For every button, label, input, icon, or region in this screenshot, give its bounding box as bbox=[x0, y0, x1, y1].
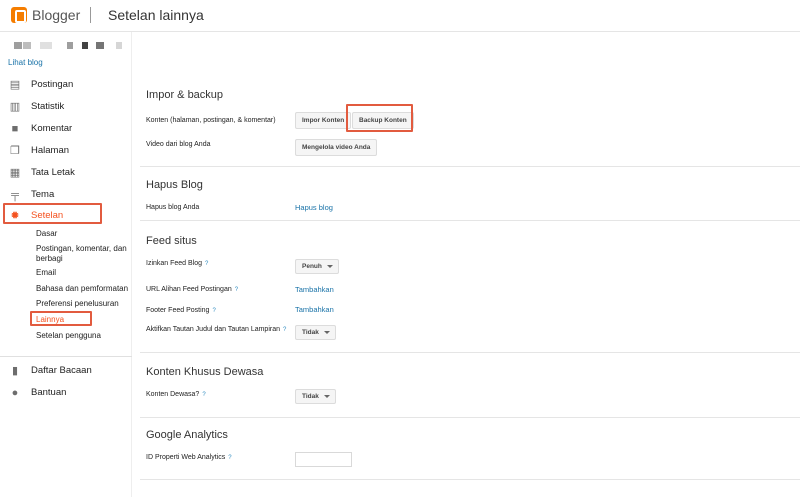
help-icon[interactable]: ? bbox=[283, 327, 286, 333]
section-divider bbox=[140, 479, 800, 480]
sidebar-item-layout[interactable]: ▦ Tata Letak bbox=[0, 163, 132, 183]
help-icon[interactable]: ? bbox=[228, 455, 231, 461]
theme-icon: ╤ bbox=[11, 189, 19, 201]
section-divider bbox=[140, 417, 800, 418]
manage-videos-button[interactable]: Mengelola video Anda bbox=[295, 139, 378, 156]
sub-item-posts-comments[interactable]: Postingan, komentar, dan berbagi bbox=[36, 244, 128, 264]
chevron-down-icon bbox=[326, 265, 333, 268]
sidebar-item-label: Halaman bbox=[31, 145, 70, 156]
sidebar-item-label: Daftar Bacaan bbox=[31, 365, 92, 376]
import-content-button[interactable]: Impor Konten bbox=[295, 112, 352, 129]
enclosure-select[interactable]: Tidak bbox=[295, 325, 336, 340]
section-title-analytics: Google Analytics bbox=[146, 429, 228, 441]
other-highlight bbox=[30, 311, 92, 326]
section-divider bbox=[140, 220, 800, 221]
sidebar-item-reading-list[interactable]: ▮ Daftar Bacaan bbox=[0, 361, 132, 381]
footer-feed-label: Footer Feed Posting? bbox=[146, 307, 216, 314]
view-blog-link[interactable]: Lihat blog bbox=[8, 58, 43, 67]
section-divider bbox=[140, 352, 800, 353]
allow-feed-label: Izinkan Feed Blog? bbox=[146, 260, 209, 267]
sidebar-item-label: Bantuan bbox=[31, 387, 67, 398]
sidebar-divider bbox=[0, 356, 132, 357]
sidebar-item-comments[interactable]: ■ Komentar bbox=[0, 119, 132, 139]
section-title-import-backup: Impor & backup bbox=[146, 89, 224, 101]
section-title-feed: Feed situs bbox=[146, 235, 197, 247]
help-icon[interactable]: ? bbox=[205, 261, 208, 267]
section-title-delete-blog: Hapus Blog bbox=[146, 179, 203, 191]
sidebar: Lihat blog ▤ Postingan ▥ Statistik ■ Kom… bbox=[0, 32, 132, 497]
blogger-logo-icon[interactable] bbox=[11, 7, 27, 23]
enclosure-label: Aktifkan Tautan Judul dan Tautan Lampira… bbox=[146, 326, 287, 333]
delete-blog-link[interactable]: Hapus blog bbox=[295, 203, 333, 212]
sub-item-language[interactable]: Bahasa dan pemformatan bbox=[36, 284, 128, 294]
chevron-down-icon bbox=[323, 395, 330, 398]
sidebar-item-label: Tema bbox=[31, 189, 55, 200]
content-label: Konten (halaman, postingan, & komentar) bbox=[146, 117, 276, 124]
backup-highlight bbox=[346, 104, 413, 132]
add-footer-link[interactable]: Tambahkan bbox=[295, 305, 334, 314]
brand-name[interactable]: Blogger bbox=[32, 7, 80, 23]
sidebar-item-label: Statistik bbox=[31, 101, 65, 112]
sidebar-item-posts[interactable]: ▤ Postingan bbox=[0, 75, 132, 95]
settings-highlight bbox=[3, 203, 102, 224]
sidebar-item-help[interactable]: ● Bantuan bbox=[0, 383, 132, 403]
analytics-label: ID Properti Web Analytics? bbox=[146, 454, 232, 461]
delete-blog-label: Hapus blog Anda bbox=[146, 204, 200, 211]
sidebar-item-stats[interactable]: ▥ Statistik bbox=[0, 97, 132, 117]
redirect-feed-label: URL Alihan Feed Postingan? bbox=[146, 286, 239, 293]
sub-item-basic[interactable]: Dasar bbox=[36, 229, 57, 239]
allow-feed-select[interactable]: Penuh bbox=[295, 259, 339, 274]
sidebar-item-label: Postingan bbox=[31, 79, 74, 90]
top-bar: Blogger Setelan lainnya bbox=[0, 0, 800, 32]
help-icon[interactable]: ? bbox=[235, 287, 238, 293]
posts-icon: ▤ bbox=[9, 79, 21, 91]
help-icon[interactable]: ? bbox=[212, 308, 215, 314]
main-content: Impor & backup Konten (halaman, postinga… bbox=[132, 32, 800, 497]
video-label: Video dari blog Anda bbox=[146, 141, 211, 148]
sub-item-search-prefs[interactable]: Preferensi penelusuran bbox=[36, 299, 119, 309]
sub-item-email[interactable]: Email bbox=[36, 268, 56, 278]
analytics-id-input[interactable] bbox=[295, 452, 352, 467]
section-title-adult: Konten Khusus Dewasa bbox=[146, 366, 264, 378]
header-divider bbox=[90, 7, 91, 23]
help-icon[interactable]: ? bbox=[202, 392, 205, 398]
comment-icon: ■ bbox=[11, 123, 19, 135]
chevron-down-icon bbox=[323, 331, 330, 334]
sidebar-item-label: Tata Letak bbox=[31, 167, 75, 178]
pages-icon: ❐ bbox=[10, 145, 20, 157]
sidebar-item-label: Komentar bbox=[31, 123, 73, 134]
add-redirect-link[interactable]: Tambahkan bbox=[295, 285, 334, 294]
page-title: Setelan lainnya bbox=[108, 7, 204, 23]
layout-icon: ▦ bbox=[9, 167, 21, 179]
help-icon: ● bbox=[11, 387, 19, 399]
stats-icon: ▥ bbox=[9, 101, 21, 113]
bookmark-icon: ▮ bbox=[11, 365, 19, 377]
sidebar-item-theme[interactable]: ╤ Tema bbox=[0, 185, 132, 205]
section-divider bbox=[140, 166, 800, 167]
sub-item-user-settings[interactable]: Setelan pengguna bbox=[36, 331, 101, 341]
adult-label: Konten Dewasa?? bbox=[146, 391, 206, 398]
sidebar-item-pages[interactable]: ❐ Halaman bbox=[0, 141, 132, 161]
adult-select[interactable]: Tidak bbox=[295, 389, 336, 404]
